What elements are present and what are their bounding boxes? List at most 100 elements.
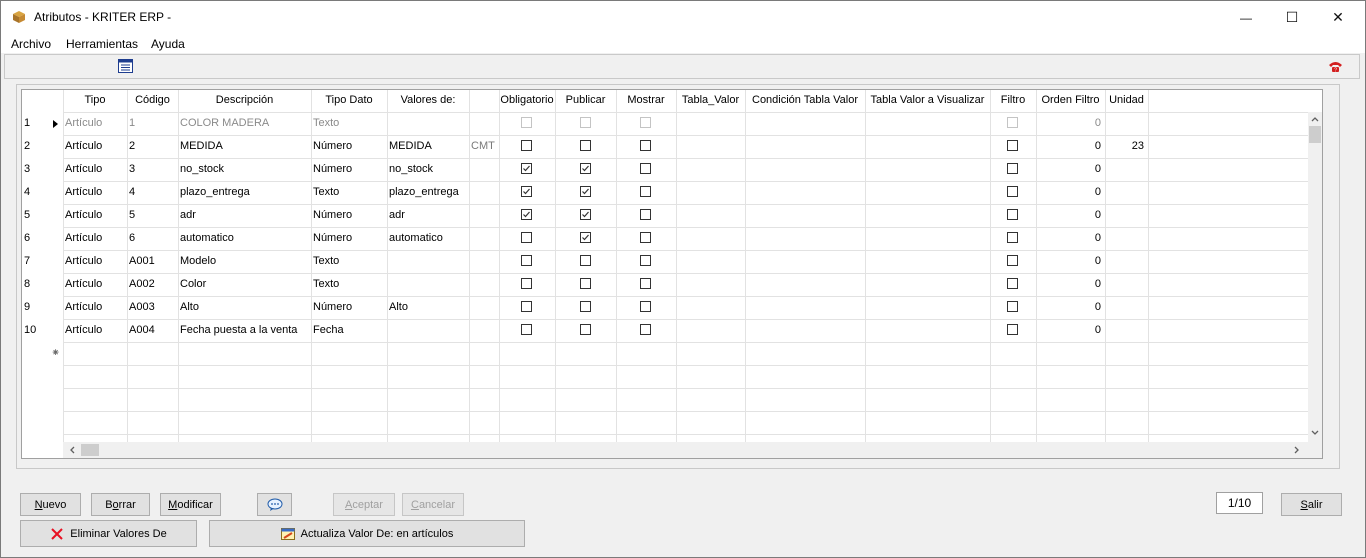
checkbox-publicar[interactable] [580, 278, 591, 289]
cell-unidad[interactable] [1105, 227, 1148, 250]
cell-extra[interactable] [469, 227, 499, 250]
col-header-tabla-valor[interactable]: Tabla_Valor [676, 90, 745, 112]
cell-extra[interactable] [469, 273, 499, 296]
cell-tipo[interactable]: Artículo [63, 227, 127, 250]
scroll-right-icon[interactable] [1294, 446, 1300, 454]
cell-codigo[interactable]: 4 [127, 181, 178, 204]
cell-orden-filtro[interactable]: 0 [1036, 250, 1105, 273]
scroll-left-icon[interactable] [69, 446, 75, 454]
cell-extra[interactable] [469, 296, 499, 319]
checkbox-mostrar[interactable] [640, 232, 651, 243]
salir-button[interactable]: Salir [1281, 493, 1342, 516]
cell-orden-filtro[interactable]: 0 [1036, 181, 1105, 204]
cell-tipo-dato[interactable]: Número [311, 158, 387, 181]
checkbox-obligatorio-checked[interactable] [521, 163, 532, 174]
checkbox-mostrar[interactable] [640, 140, 651, 151]
menu-herramientas[interactable]: Herramientas [66, 37, 138, 51]
cell-codigo[interactable]: 3 [127, 158, 178, 181]
cell-tipo[interactable]: Artículo [63, 296, 127, 319]
cell-unidad[interactable] [1105, 273, 1148, 296]
scroll-down-icon[interactable] [1311, 430, 1319, 436]
checkbox-mostrar[interactable] [640, 186, 651, 197]
comment-button[interactable] [257, 493, 292, 516]
col-header-unidad[interactable]: Unidad [1105, 90, 1148, 112]
cell-orden-filtro[interactable]: 0 [1036, 319, 1105, 342]
checkbox-filtro[interactable] [1007, 209, 1018, 220]
cell-tipo-dato[interactable]: Texto [311, 112, 387, 135]
cell-unidad[interactable] [1105, 250, 1148, 273]
cell-orden-filtro[interactable]: 0 [1036, 273, 1105, 296]
col-header-tipo-dato[interactable]: Tipo Dato [311, 90, 387, 112]
col-header-filtro[interactable]: Filtro [990, 90, 1036, 112]
cell-descripcion[interactable]: MEDIDA [178, 135, 311, 158]
checkbox-mostrar[interactable] [640, 301, 651, 312]
cell-valores-de[interactable]: plazo_entrega [387, 181, 469, 204]
cell-tipo[interactable]: Artículo [63, 181, 127, 204]
cell-unidad[interactable] [1105, 181, 1148, 204]
minimize-button[interactable]: — [1223, 1, 1269, 34]
cell-extra[interactable] [469, 181, 499, 204]
cell-valores-de[interactable]: no_stock [387, 158, 469, 181]
cell-codigo[interactable]: A004 [127, 319, 178, 342]
cell-tipo-dato[interactable]: Número [311, 204, 387, 227]
cell-tipo[interactable]: Artículo [63, 135, 127, 158]
cell-orden-filtro[interactable]: 0 [1036, 227, 1105, 250]
cell-descripcion[interactable]: Color [178, 273, 311, 296]
table-row[interactable]: 6 Artículo 6 automatico Número automatico 0 [22, 227, 1308, 250]
cell-extra[interactable] [469, 319, 499, 342]
cell-codigo[interactable]: 1 [127, 112, 178, 135]
cell-valores-de[interactable]: automatico [387, 227, 469, 250]
checkbox-obligatorio[interactable] [521, 232, 532, 243]
cell-valores-de[interactable] [387, 319, 469, 342]
cell-descripcion[interactable]: Alto [178, 296, 311, 319]
checkbox-mostrar[interactable] [640, 324, 651, 335]
cell-unidad[interactable] [1105, 319, 1148, 342]
cell-valores-de[interactable]: adr [387, 204, 469, 227]
col-header-obligatorio[interactable]: Obligatorio [499, 90, 555, 112]
cell-descripcion[interactable]: COLOR MADERA [178, 112, 311, 135]
cell-tipo-dato[interactable]: Fecha [311, 319, 387, 342]
cell-valores-de[interactable] [387, 273, 469, 296]
checkbox-filtro[interactable] [1007, 301, 1018, 312]
checkbox-obligatorio[interactable] [521, 255, 532, 266]
checkbox-obligatorio-checked[interactable] [521, 186, 532, 197]
cell-extra[interactable] [469, 204, 499, 227]
table-row[interactable]: 8 Artículo A002 Color Texto 0 [22, 273, 1308, 296]
cell-codigo[interactable]: 2 [127, 135, 178, 158]
col-header-valores-de[interactable]: Valores de: [387, 90, 469, 112]
checkbox-mostrar[interactable] [640, 163, 651, 174]
menu-archivo[interactable]: Archivo [11, 37, 51, 51]
col-header-tipo[interactable]: Tipo [63, 90, 127, 112]
col-header-mostrar[interactable]: Mostrar [616, 90, 676, 112]
table-row[interactable]: 1 Artículo 1 COLOR MADERA Texto 0 [22, 112, 1308, 135]
horizontal-scroll-thumb[interactable] [81, 444, 99, 456]
col-header-condicion-tabla-valor[interactable]: Condición Tabla Valor [745, 90, 865, 112]
checkbox-filtro[interactable] [1007, 255, 1018, 266]
checkbox-filtro[interactable] [1007, 324, 1018, 335]
cell-orden-filtro[interactable]: 0 [1036, 158, 1105, 181]
checkbox-obligatorio[interactable] [521, 278, 532, 289]
cell-valores-de[interactable]: MEDIDA [387, 135, 469, 158]
cell-descripcion[interactable]: plazo_entrega [178, 181, 311, 204]
checkbox-publicar[interactable] [580, 301, 591, 312]
checkbox-filtro[interactable] [1007, 232, 1018, 243]
cell-codigo[interactable]: A001 [127, 250, 178, 273]
checkbox-obligatorio[interactable] [521, 324, 532, 335]
cell-extra[interactable] [469, 112, 499, 135]
checkbox-publicar-checked[interactable] [580, 232, 591, 243]
cell-unidad[interactable] [1105, 158, 1148, 181]
cell-descripcion[interactable]: automatico [178, 227, 311, 250]
checkbox-obligatorio[interactable] [521, 140, 532, 151]
cell-tipo[interactable]: Artículo [63, 204, 127, 227]
checkbox-publicar[interactable] [580, 140, 591, 151]
close-button[interactable]: ✕ [1315, 1, 1361, 34]
cell-tipo-dato[interactable]: Texto [311, 273, 387, 296]
cell-extra[interactable] [469, 250, 499, 273]
cell-unidad[interactable]: 23 [1105, 135, 1148, 158]
cell-extra[interactable]: CMT [469, 135, 499, 158]
cell-tipo-dato[interactable]: Número [311, 135, 387, 158]
checkbox-obligatorio[interactable] [521, 117, 532, 128]
cell-codigo[interactable]: A002 [127, 273, 178, 296]
table-row[interactable]: 10 Artículo A004 Fecha puesta a la venta Fec… [22, 319, 1308, 342]
table-row[interactable]: 3 Artículo 3 no_stock Número no_stock 0 [22, 158, 1308, 181]
